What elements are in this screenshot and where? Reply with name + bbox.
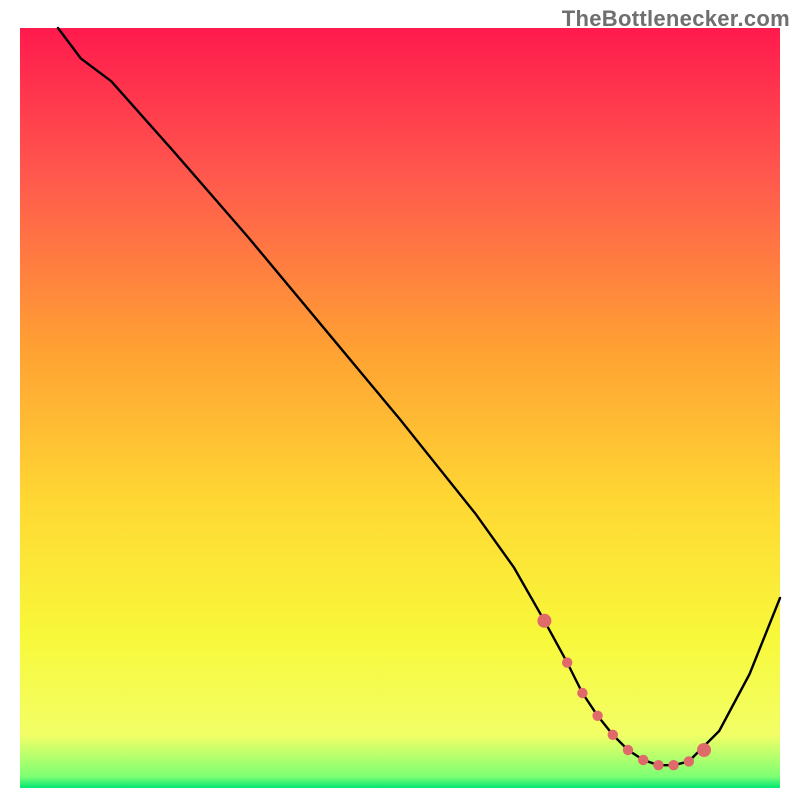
marker-dot bbox=[577, 688, 587, 698]
watermark-text: TheBottlenecker.com bbox=[562, 6, 790, 32]
marker-dot bbox=[608, 730, 618, 740]
marker-dot bbox=[623, 745, 633, 755]
chart-stage: TheBottlenecker.com bbox=[0, 0, 800, 800]
marker-dot bbox=[638, 755, 648, 765]
marker-dot bbox=[562, 657, 572, 667]
marker-dot bbox=[684, 756, 694, 766]
marker-dot bbox=[697, 743, 711, 757]
marker-dot bbox=[592, 711, 602, 721]
marker-dot bbox=[668, 760, 678, 770]
marker-dot bbox=[653, 760, 663, 770]
marker-dot bbox=[537, 614, 551, 628]
gradient-background bbox=[20, 28, 780, 788]
bottleneck-chart bbox=[0, 0, 800, 800]
